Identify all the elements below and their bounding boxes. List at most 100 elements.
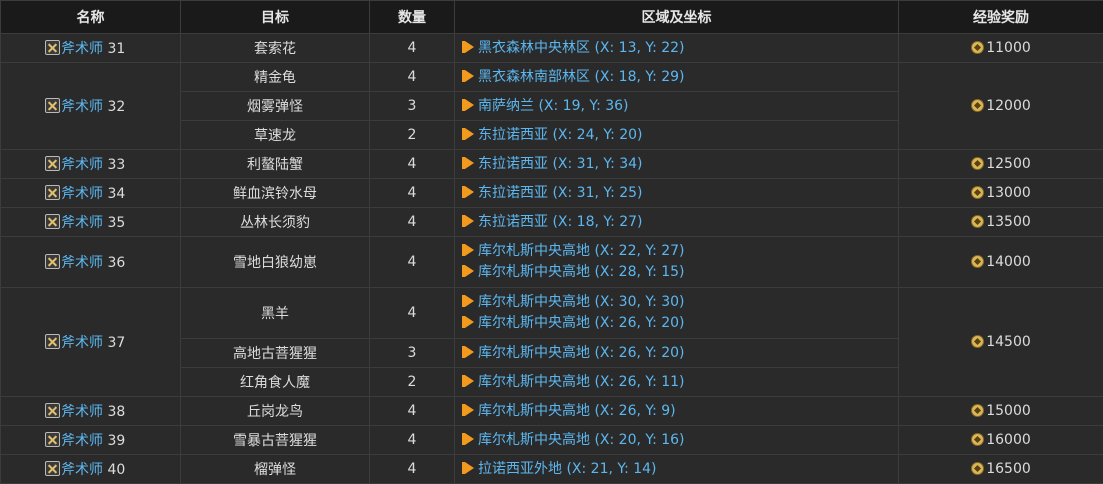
target-cell: 红角食人魔 (181, 368, 370, 397)
axe-icon (45, 40, 60, 55)
axe-icon (45, 254, 60, 269)
quest-name-cell: 斧术师 36 (1, 237, 181, 288)
zone-text: 黑衣森林南部林区 (X: 18, Y: 29) (478, 69, 685, 85)
class-link[interactable]: 斧术师 (61, 41, 103, 57)
class-level: 38 (107, 404, 125, 420)
map-flag-icon (465, 244, 474, 256)
zone-cell: 库尔札斯中央高地 (X: 22, Y: 27) 库尔札斯中央高地 (X: 28, … (455, 237, 899, 288)
class-link[interactable]: 斧术师 (61, 186, 103, 202)
quest-name-cell: 斧术师 40 (1, 455, 181, 484)
class-link[interactable]: 斧术师 (61, 99, 103, 115)
zone-cell: 库尔札斯中央高地 (X: 26, Y: 9) (455, 397, 899, 426)
count-cell: 4 (370, 455, 455, 484)
class-link[interactable]: 斧术师 (61, 215, 103, 231)
zone-link[interactable]: 库尔札斯中央高地 (X: 26, Y: 11) (465, 372, 892, 393)
axe-icon (45, 334, 60, 349)
zone-cell: 东拉诺西亚 (X: 31, Y: 34) (455, 150, 899, 179)
map-flag-icon (465, 375, 474, 387)
exp-icon (971, 157, 984, 170)
count-cell: 4 (370, 288, 455, 339)
quest-name-cell: 斧术师 31 (1, 34, 181, 63)
target-cell: 丛林长须豹 (181, 208, 370, 237)
zone-link[interactable]: 黑衣森林中央林区 (X: 13, Y: 22) (465, 38, 892, 59)
zone-text: 库尔札斯中央高地 (X: 26, Y: 20) (478, 315, 685, 331)
zone-link[interactable]: 南萨纳兰 (X: 19, Y: 36) (465, 96, 892, 117)
map-flag-icon (465, 99, 474, 111)
exp-cell: 14500 (899, 288, 1103, 397)
exp-value: 14500 (986, 334, 1031, 350)
target-cell: 高地古菩猩猩 (181, 339, 370, 368)
quest-name-cell: 斧术师 39 (1, 426, 181, 455)
target-cell: 鲜血滨铃水母 (181, 179, 370, 208)
quest-name-cell: 斧术师 38 (1, 397, 181, 426)
exp-cell: 15000 (899, 397, 1103, 426)
axe-icon (45, 403, 60, 418)
zone-link[interactable]: 东拉诺西亚 (X: 31, Y: 25) (465, 183, 892, 204)
class-link[interactable]: 斧术师 (61, 462, 103, 478)
target-cell: 烟雾弹怪 (181, 92, 370, 121)
map-flag-icon (465, 346, 474, 358)
zone-link[interactable]: 库尔札斯中央高地 (X: 26, Y: 9) (465, 401, 892, 422)
map-flag-icon (465, 157, 474, 169)
table-row: 斧术师 40榴弹怪4 拉诺西亚外地 (X: 21, Y: 14) 16500 (1, 455, 1103, 484)
zone-cell: 库尔札斯中央高地 (X: 20, Y: 16) (455, 426, 899, 455)
zone-cell: 东拉诺西亚 (X: 31, Y: 25) (455, 179, 899, 208)
class-link[interactable]: 斧术师 (61, 157, 103, 173)
zone-link[interactable]: 黑衣森林南部林区 (X: 18, Y: 29) (465, 67, 892, 88)
count-cell: 4 (370, 237, 455, 288)
map-flag-icon (465, 186, 474, 198)
zone-link[interactable]: 东拉诺西亚 (X: 18, Y: 27) (465, 212, 892, 233)
quest-table: 名称 目标 数量 区域及坐标 经验奖励 斧术师 31套索花4黑衣森林中央林区 (… (0, 0, 1103, 484)
target-cell: 草速龙 (181, 121, 370, 150)
exp-icon (971, 186, 984, 199)
header-name: 名称 (1, 1, 181, 34)
quest-name-cell: 斧术师 35 (1, 208, 181, 237)
zone-cell: 南萨纳兰 (X: 19, Y: 36) (455, 92, 899, 121)
zone-link[interactable]: 拉诺西亚外地 (X: 21, Y: 14) (465, 459, 892, 480)
axe-icon (45, 461, 60, 476)
target-cell: 套索花 (181, 34, 370, 63)
zone-link[interactable]: 东拉诺西亚 (X: 31, Y: 34) (465, 154, 892, 175)
count-cell: 3 (370, 339, 455, 368)
exp-value: 11000 (986, 40, 1031, 56)
table-row: 斧术师 37黑羊4库尔札斯中央高地 (X: 30, Y: 30)库尔札斯中央高地… (1, 288, 1103, 339)
zone-link[interactable]: 库尔札斯中央高地 (X: 30, Y: 30) (465, 292, 892, 313)
zone-link[interactable]: 库尔札斯中央高地 (X: 20, Y: 16) (465, 430, 892, 451)
zone-link[interactable]: 库尔札斯中央高地 (X: 26, Y: 20) (465, 343, 892, 364)
count-cell: 4 (370, 34, 455, 63)
zone-text: 拉诺西亚外地 (X: 21, Y: 14) (478, 461, 657, 477)
map-flag-icon (465, 316, 474, 328)
map-flag-icon (465, 41, 474, 53)
target-cell: 雪地白狼幼崽 (181, 237, 370, 288)
zone-cell: 拉诺西亚外地 (X: 21, Y: 14) (455, 455, 899, 484)
class-link[interactable]: 斧术师 (61, 335, 103, 351)
map-flag-icon (465, 70, 474, 82)
map-flag-icon (465, 128, 474, 140)
exp-icon (971, 255, 984, 268)
zone-link[interactable]: 库尔札斯中央高地 (X: 26, Y: 20) (465, 313, 892, 334)
class-link[interactable]: 斧术师 (61, 255, 103, 271)
zone-text: 库尔札斯中央高地 (X: 30, Y: 30) (478, 294, 685, 310)
target-cell: 黑羊 (181, 288, 370, 339)
zone-cell: 库尔札斯中央高地 (X: 26, Y: 11) (455, 368, 899, 397)
class-link[interactable]: 斧术师 (61, 404, 103, 420)
quest-name-cell: 斧术师 34 (1, 179, 181, 208)
zone-link[interactable]: 库尔札斯中央高地 (X: 28, Y: 15) (465, 262, 892, 283)
zone-cell: 黑衣森林南部林区 (X: 18, Y: 29) (455, 63, 899, 92)
exp-icon (971, 215, 984, 228)
axe-icon (45, 185, 60, 200)
zone-text: 库尔札斯中央高地 (X: 26, Y: 11) (478, 374, 685, 390)
zone-link[interactable]: 库尔札斯中央高地 (X: 22, Y: 27) (465, 241, 892, 262)
map-flag-icon (465, 462, 474, 474)
exp-icon (971, 404, 984, 417)
header-exp: 经验奖励 (899, 1, 1103, 34)
zone-link[interactable]: 东拉诺西亚 (X: 24, Y: 20) (465, 125, 892, 146)
table-row: 斧术师 39雪暴古菩猩猩4库尔札斯中央高地 (X: 20, Y: 16)1600… (1, 426, 1103, 455)
target-cell: 榴弹怪 (181, 455, 370, 484)
class-link[interactable]: 斧术师 (61, 433, 103, 449)
map-flag-icon (465, 215, 474, 227)
exp-value: 12000 (986, 98, 1031, 114)
exp-value: 16500 (986, 461, 1031, 477)
exp-value: 12500 (986, 156, 1031, 172)
zone-text: 库尔札斯中央高地 (X: 28, Y: 15) (478, 264, 685, 280)
